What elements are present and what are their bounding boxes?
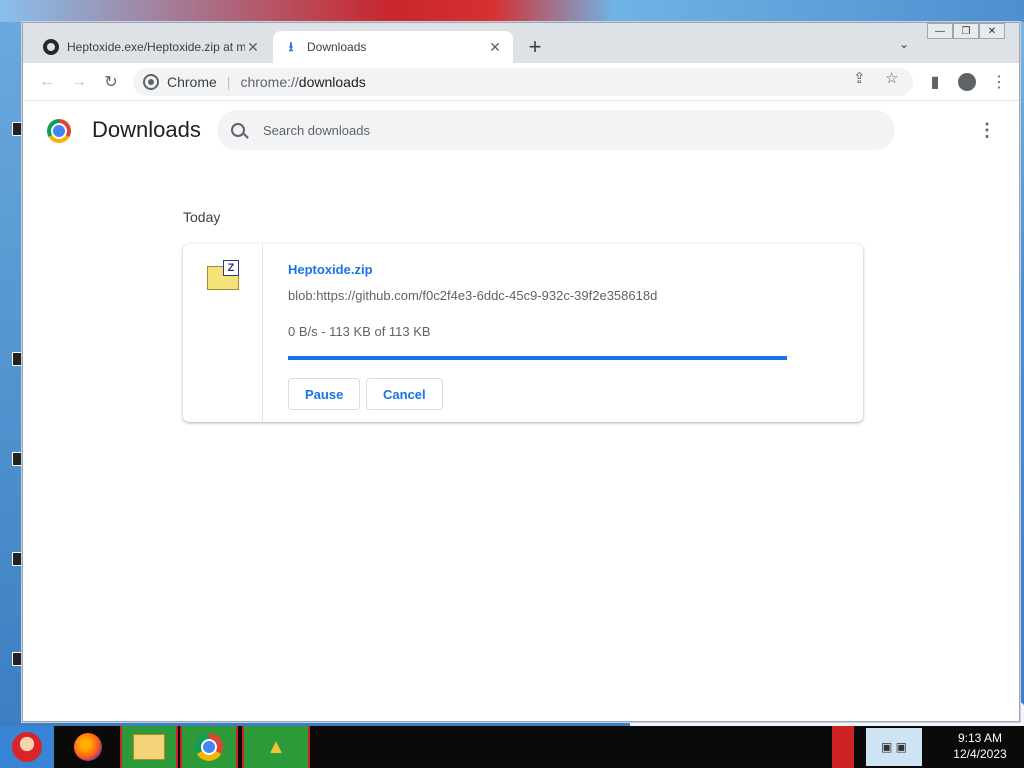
search-downloads-box[interactable] xyxy=(217,110,895,150)
share-icon[interactable]: ⇪ xyxy=(853,69,866,87)
file-explorer-icon xyxy=(133,734,165,760)
chrome-window: Heptoxide.exe/Heptoxide.zip at m ✕ ⭳ Dow… xyxy=(22,22,1020,722)
chrome-logo-icon xyxy=(47,119,71,143)
progress-fill xyxy=(288,356,787,360)
more-actions-icon[interactable]: ⋮ xyxy=(977,120,997,140)
clock-time: 9:13 AM xyxy=(957,731,1003,745)
tab-github[interactable]: Heptoxide.exe/Heptoxide.zip at m ✕ xyxy=(33,31,271,63)
back-arrow-icon[interactable]: ← xyxy=(37,72,57,92)
zip-file-icon: Z xyxy=(207,260,239,290)
date-heading: Today xyxy=(183,209,221,225)
profile-avatar[interactable] xyxy=(957,72,977,92)
cancel-button[interactable]: Cancel xyxy=(366,378,443,410)
search-input[interactable] xyxy=(263,122,863,138)
desktop-wallpaper-top xyxy=(0,0,1024,22)
desktop-icon[interactable] xyxy=(12,652,22,666)
taskbar: ▲ ▣ ▣ 9:13 AM 12/4/2023 xyxy=(0,726,1024,768)
url-prefix: chrome:// xyxy=(240,74,299,90)
taskbar-chrome[interactable] xyxy=(180,726,238,768)
url-text: chrome://downloads xyxy=(240,74,365,90)
close-tab-icon[interactable]: ✕ xyxy=(245,39,261,55)
download-icon: ⭳ xyxy=(288,39,294,54)
pause-button[interactable]: Pause xyxy=(288,378,361,410)
downloads-header: Downloads ⋮ xyxy=(23,102,1019,160)
side-panel-icon[interactable]: ▮ xyxy=(925,72,945,92)
tab-title: Heptoxide.exe/Heptoxide.zip at m xyxy=(67,40,245,54)
taskbar-clock[interactable]: 9:13 AM 12/4/2023 xyxy=(944,730,1016,764)
close-window-button[interactable]: ✕ xyxy=(979,23,1005,39)
firefox-icon xyxy=(74,733,102,761)
forward-arrow-icon[interactable]: → xyxy=(69,72,89,92)
taskbar-notification-strip[interactable] xyxy=(832,726,854,768)
minimize-button[interactable]: — xyxy=(927,23,953,39)
zip-badge: Z xyxy=(223,260,239,276)
system-tray[interactable]: ▣ ▣ xyxy=(866,728,922,766)
page-title: Downloads xyxy=(92,117,201,142)
site-chip: Chrome xyxy=(167,74,217,90)
downloads-page: Downloads ⋮ Today Z Heptoxide.zip blob:h… xyxy=(23,102,1019,721)
start-button[interactable] xyxy=(0,726,54,768)
file-name-link[interactable]: Heptoxide.zip xyxy=(288,262,373,277)
download-details: Heptoxide.zip blob:https://github.com/f0… xyxy=(288,244,848,422)
browser-toolbar: ← → ↻ Chrome | chrome://downloads ⇪ ☆ ▮ … xyxy=(23,63,1019,101)
taskbar-file-explorer[interactable] xyxy=(120,726,178,768)
source-url: blob:https://github.com/f0c2f4e3-6ddc-45… xyxy=(288,288,658,303)
file-icon-column: Z xyxy=(183,244,263,422)
reload-icon[interactable]: ↻ xyxy=(101,72,121,92)
avatar xyxy=(958,73,976,91)
desktop-icon[interactable] xyxy=(12,552,22,566)
desktop-icon[interactable] xyxy=(12,452,22,466)
url-path: downloads xyxy=(298,74,366,90)
chrome-site-icon xyxy=(143,74,159,90)
maximize-button[interactable]: ❐ xyxy=(953,23,979,39)
taskbar-firefox[interactable] xyxy=(66,726,110,768)
search-icon xyxy=(231,123,245,137)
github-icon xyxy=(43,39,59,55)
download-progress-bar xyxy=(288,356,787,360)
bookmark-star-icon[interactable]: ☆ xyxy=(885,69,898,87)
desktop-icons-column xyxy=(0,22,22,726)
santa-start-icon xyxy=(12,732,42,762)
desktop-icon[interactable] xyxy=(12,122,22,136)
download-item-card: Z Heptoxide.zip blob:https://github.com/… xyxy=(183,244,863,422)
tab-title: Downloads xyxy=(307,40,367,54)
clock-date: 12/4/2023 xyxy=(953,747,1007,761)
chrome-menu-icon[interactable]: ⋮ xyxy=(989,72,1009,92)
tab-strip: Heptoxide.exe/Heptoxide.zip at m ✕ ⭳ Dow… xyxy=(23,23,1019,63)
close-tab-icon[interactable]: ✕ xyxy=(487,39,503,55)
omnibox-separator: | xyxy=(226,74,231,90)
taskbar-christmas-app[interactable]: ▲ xyxy=(242,726,310,768)
tab-search-chevron-icon[interactable]: ⌄ xyxy=(895,37,913,55)
tab-downloads[interactable]: ⭳ Downloads ✕ xyxy=(273,31,513,63)
new-tab-button[interactable]: + xyxy=(523,34,547,59)
address-bar[interactable]: Chrome | chrome://downloads xyxy=(133,68,913,96)
christmas-tree-icon: ▲ xyxy=(266,735,286,758)
chrome-icon xyxy=(195,733,223,761)
download-status: 0 B/s - 113 KB of 113 KB xyxy=(288,324,431,339)
desktop-icon[interactable] xyxy=(12,352,22,366)
tray-icons: ▣ ▣ xyxy=(880,740,907,754)
